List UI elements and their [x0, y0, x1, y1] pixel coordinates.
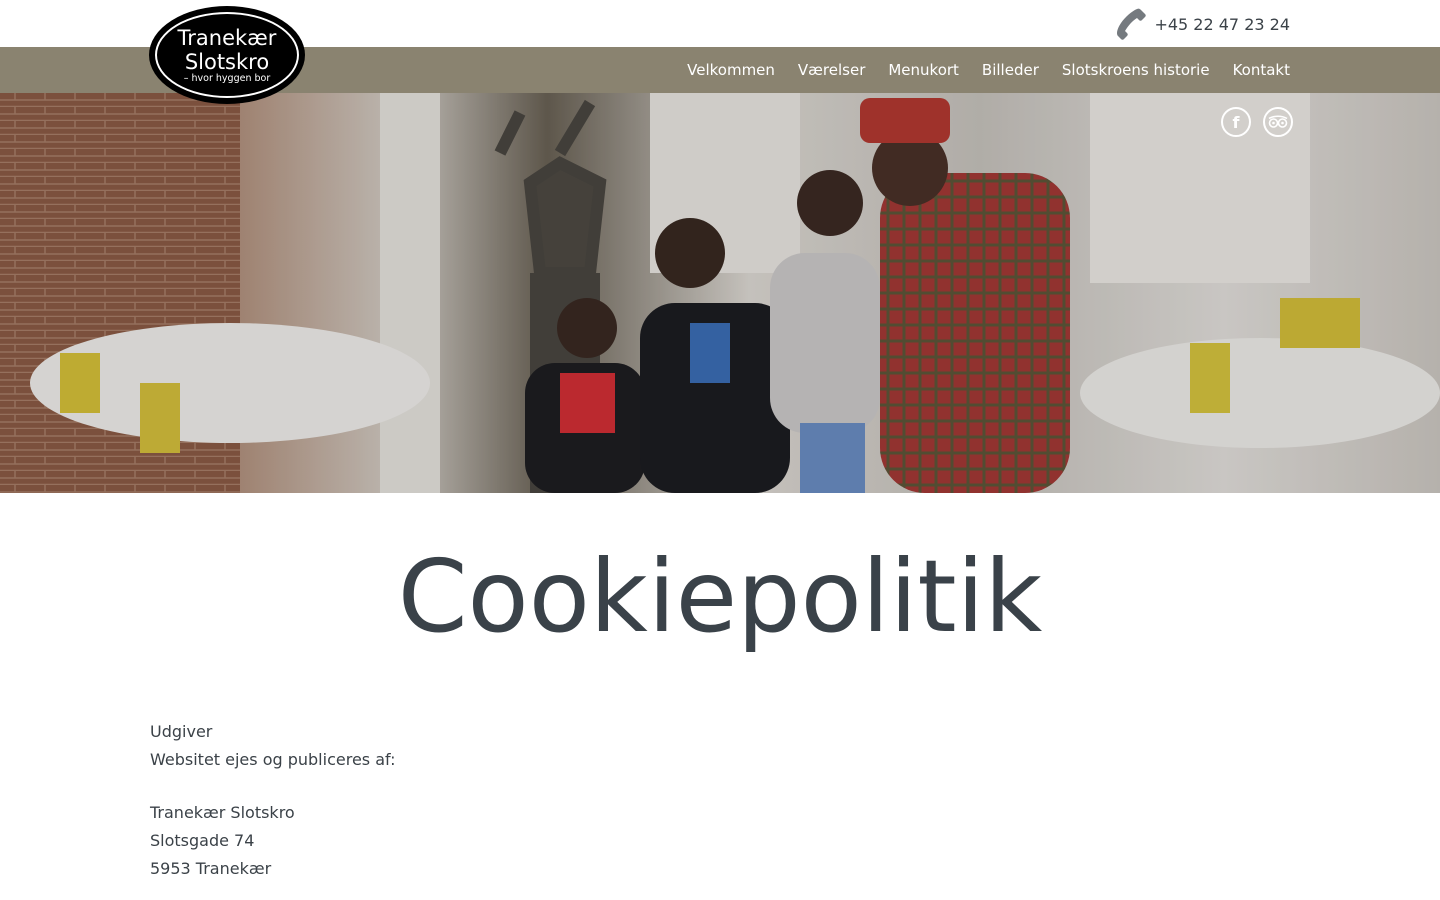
site-logo[interactable]: Tranekær Slotskro – hvor hyggen bor: [149, 6, 305, 104]
nav-kontakt[interactable]: Kontakt: [1233, 61, 1290, 79]
facebook-icon[interactable]: f: [1221, 107, 1251, 137]
logo-line-2: Slotskro: [184, 49, 270, 74]
owl-icon: [1268, 115, 1288, 128]
main-nav: Velkommen Værelser Menukort Billeder Slo…: [687, 47, 1290, 93]
page-title: Cookiepolitik: [397, 538, 1043, 655]
phone-icon: [1117, 8, 1147, 40]
tripadvisor-icon[interactable]: [1263, 107, 1293, 137]
logo-tagline: – hvor hyggen bor: [183, 72, 271, 84]
phone-number: +45 22 47 23 24: [1154, 14, 1290, 34]
address-line: 5953 Tranekær: [150, 859, 272, 878]
hero-banner: f: [0, 93, 1440, 493]
hero-photo: [0, 93, 1440, 493]
nav-velkommen[interactable]: Velkommen: [687, 61, 775, 79]
publisher-section: Udgiver Websitet ejes og publiceres af: …: [150, 718, 395, 883]
nav-historie[interactable]: Slotskroens historie: [1062, 61, 1210, 79]
phone-link[interactable]: +45 22 47 23 24: [1114, 8, 1290, 40]
publisher-heading: Udgiver: [150, 722, 213, 741]
nav-vaerelser[interactable]: Værelser: [798, 61, 865, 79]
logo-ring: Tranekær Slotskro – hvor hyggen bor: [155, 12, 299, 98]
address-line: Tranekær Slotskro: [150, 803, 295, 822]
logo-line-1: Tranekær: [177, 25, 277, 50]
nav-menukort[interactable]: Menukort: [888, 61, 959, 79]
publisher-intro: Websitet ejes og publiceres af:: [150, 750, 396, 769]
nav-billeder[interactable]: Billeder: [982, 61, 1039, 79]
address-line: Slotsgade 74: [150, 831, 255, 850]
